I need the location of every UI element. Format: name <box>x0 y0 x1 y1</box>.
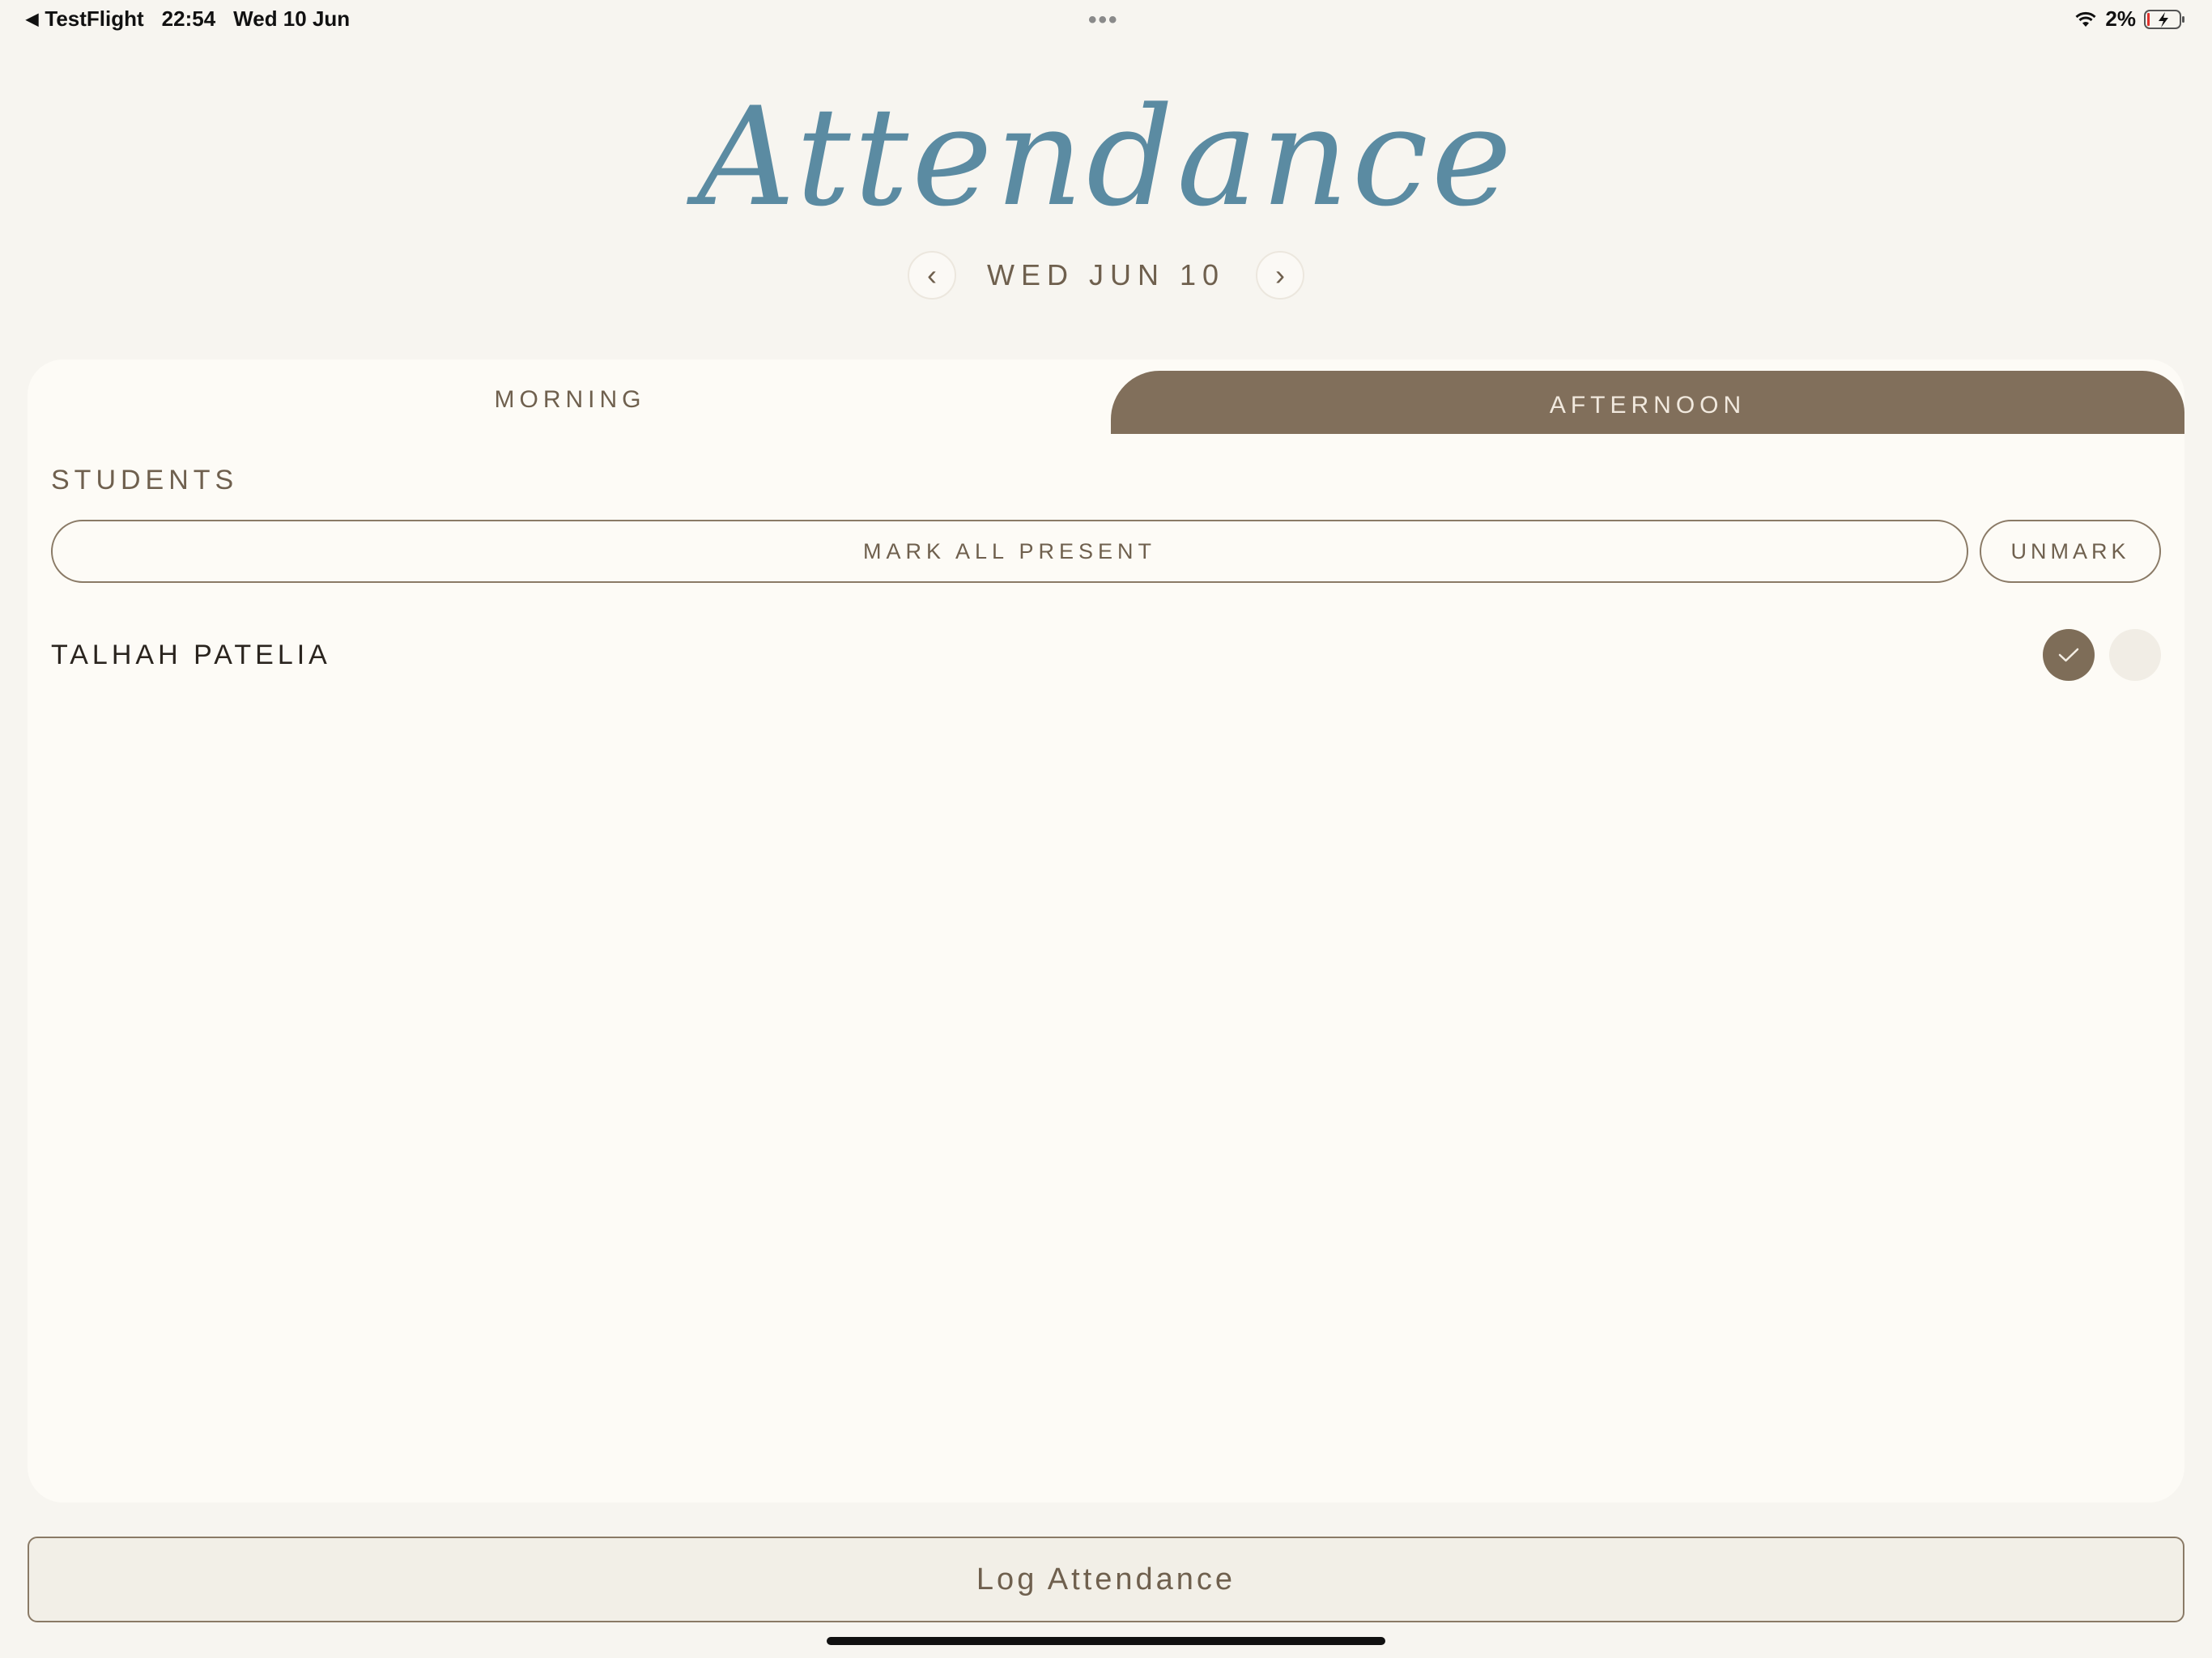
battery-percent: 2% <box>2105 6 2136 31</box>
tab-morning[interactable]: MORNING <box>28 359 1112 440</box>
wifi-icon <box>2074 11 2097 28</box>
home-indicator[interactable] <box>827 1637 1385 1645</box>
chevron-left-icon: ‹ <box>926 258 937 291</box>
attendance-card: MORNING AFTERNOON STUDENTS MARK ALL PRES… <box>28 359 2184 1503</box>
chevron-right-icon: › <box>1275 258 1286 291</box>
back-triangle-icon[interactable]: ◀ <box>26 9 38 29</box>
present-toggle[interactable] <box>2043 629 2095 681</box>
previous-day-button[interactable]: ‹ <box>907 251 956 300</box>
unmark-button[interactable]: UNMARK <box>1980 520 2161 583</box>
checkmark-icon <box>2058 648 2079 662</box>
list-item: TALHAH PATELIA <box>51 627 2161 683</box>
status-left: ◀ TestFlight 22:54 Wed 10 Jun <box>26 6 350 32</box>
status-date: Wed 10 Jun <box>233 6 351 31</box>
status-time: 22:54 <box>161 6 216 31</box>
battery-charging-icon <box>2144 9 2186 30</box>
log-attendance-button[interactable]: Log Attendance <box>28 1537 2184 1622</box>
multitasking-dots-icon[interactable]: ••• <box>1088 6 1119 34</box>
status-bar: ◀ TestFlight 22:54 Wed 10 Jun ••• 2% <box>0 0 2212 39</box>
students-section-label: STUDENTS <box>51 465 239 495</box>
date-navigator: ‹ WED JUN 10 › <box>0 251 2212 300</box>
absent-toggle[interactable] <box>2109 629 2161 681</box>
mark-all-present-button[interactable]: MARK ALL PRESENT <box>51 520 1968 583</box>
student-name: TALHAH PATELIA <box>51 639 331 670</box>
status-right: 2% <box>2074 6 2186 32</box>
back-app-label[interactable]: TestFlight <box>45 6 143 32</box>
tab-afternoon[interactable]: AFTERNOON <box>1111 371 2184 434</box>
current-date-label: WED JUN 10 <box>986 258 1226 291</box>
page-title: Attendance <box>696 78 1516 236</box>
next-day-button[interactable]: › <box>1256 251 1305 300</box>
